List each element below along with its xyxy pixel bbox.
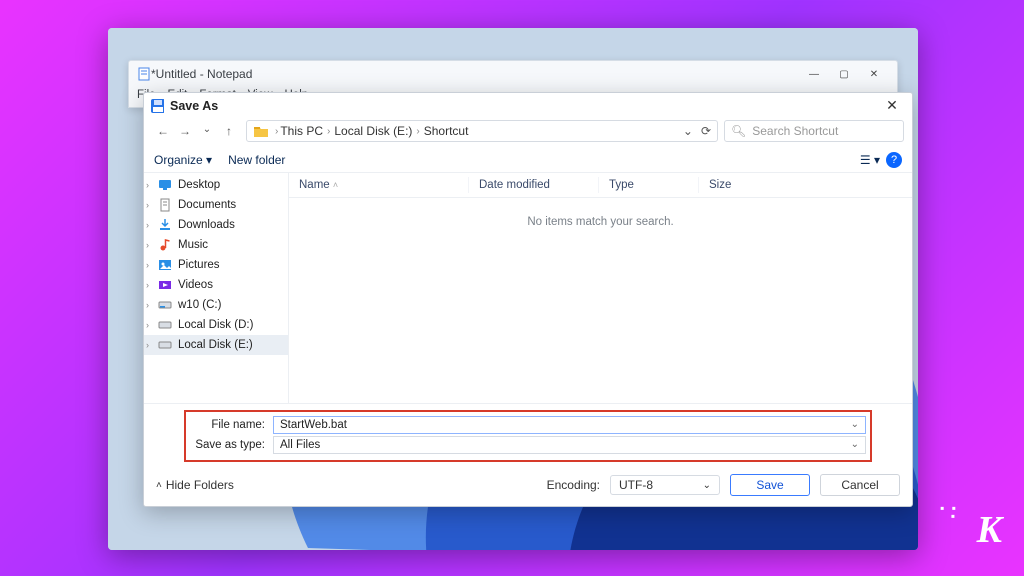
empty-message: No items match your search. [289, 198, 912, 246]
nav-forward-button[interactable]: → [178, 124, 192, 138]
filename-input[interactable]: StartWeb.bat ⌄ [273, 416, 866, 434]
nav-recent-button[interactable]: ⌄ [200, 124, 214, 138]
tree-disk-e[interactable]: ›Local Disk (E:) [144, 335, 288, 355]
minimize-button[interactable]: — [799, 65, 829, 83]
desktop-icon [158, 178, 172, 192]
tree-videos[interactable]: ›Videos [144, 275, 288, 295]
notepad-title: *Untitled - Notepad [151, 67, 252, 81]
breadcrumb-dropdown-icon[interactable]: ⌄ [683, 124, 693, 138]
desktop-background: *Untitled - Notepad — ▢ ✕ File Edit Form… [108, 28, 918, 550]
save-as-dialog: Save As ✕ ← → ⌄ ↑ › This PC › Local Disk… [143, 92, 913, 507]
highlight-box: File name: StartWeb.bat ⌄ Save as type: … [184, 410, 872, 462]
column-headers[interactable]: Name ˄ Date modified Type Size [289, 173, 912, 198]
dialog-close-button[interactable]: ✕ [878, 97, 906, 114]
breadcrumb-bar[interactable]: › This PC › Local Disk (E:) › Shortcut ⌄… [246, 120, 718, 142]
documents-icon [158, 198, 172, 212]
cancel-button[interactable]: Cancel [820, 474, 900, 496]
col-type[interactable]: Type [599, 177, 699, 193]
chevron-down-icon[interactable]: ⌄ [851, 419, 859, 430]
tree-pictures[interactable]: ›Pictures [144, 255, 288, 275]
col-name[interactable]: Name ˄ [289, 177, 469, 193]
encoding-label: Encoding: [547, 478, 600, 492]
disk-icon [158, 338, 172, 352]
tree-music[interactable]: ›Music [144, 235, 288, 255]
music-icon [158, 238, 172, 252]
encoding-select[interactable]: UTF-8 ⌄ [610, 475, 720, 495]
nav-tree: ›Desktop ›Documents ›Downloads ›Music ›P… [144, 173, 289, 403]
hide-folders-button[interactable]: ˄ Hide Folders [156, 478, 234, 492]
disk-icon [158, 318, 172, 332]
maximize-button[interactable]: ▢ [829, 65, 859, 83]
close-button[interactable]: ✕ [859, 65, 889, 83]
save-as-icon [150, 99, 164, 113]
nav-up-button[interactable]: ↑ [222, 124, 236, 138]
search-input[interactable]: 🔍︎ Search Shortcut [724, 120, 904, 142]
search-placeholder: Search Shortcut [752, 124, 838, 138]
tree-downloads[interactable]: ›Downloads [144, 215, 288, 235]
tree-disk-d[interactable]: ›Local Disk (D:) [144, 315, 288, 335]
new-folder-button[interactable]: New folder [228, 153, 285, 167]
chevron-up-icon: ˄ [156, 480, 162, 491]
disk-icon [158, 298, 172, 312]
crumb-1[interactable]: Local Disk (E:) [334, 124, 412, 138]
folder-icon [253, 124, 269, 138]
tree-documents[interactable]: ›Documents [144, 195, 288, 215]
save-button[interactable]: Save [730, 474, 810, 496]
col-size[interactable]: Size [699, 177, 779, 193]
col-date[interactable]: Date modified [469, 177, 599, 193]
file-list: Name ˄ Date modified Type Size No items … [289, 173, 912, 403]
help-icon[interactable]: ? [886, 152, 902, 168]
tree-disk-c[interactable]: ›w10 (C:) [144, 295, 288, 315]
notepad-icon [137, 67, 151, 81]
brand-logo: K [977, 508, 1002, 552]
chevron-down-icon: ⌄ [703, 480, 711, 491]
crumb-0[interactable]: This PC [280, 124, 323, 138]
organize-button[interactable]: Organize ▾ [154, 153, 212, 167]
filetype-label: Save as type: [190, 439, 265, 451]
downloads-icon [158, 218, 172, 232]
logo-dots: ▪ ▪ ▪ [940, 504, 958, 520]
nav-back-button[interactable]: ← [156, 124, 170, 138]
crumb-2[interactable]: Shortcut [424, 124, 469, 138]
refresh-icon[interactable]: ⟳ [701, 124, 711, 138]
dialog-title: Save As [170, 99, 218, 113]
filetype-select[interactable]: All Files ⌄ [273, 436, 866, 454]
filename-label: File name: [190, 419, 265, 431]
tree-desktop[interactable]: ›Desktop [144, 175, 288, 195]
search-icon: 🔍︎ [731, 124, 746, 138]
chevron-down-icon[interactable]: ⌄ [851, 439, 859, 450]
videos-icon [158, 278, 172, 292]
pictures-icon [158, 258, 172, 272]
view-options-icon[interactable]: ☰ ▾ [860, 153, 880, 167]
